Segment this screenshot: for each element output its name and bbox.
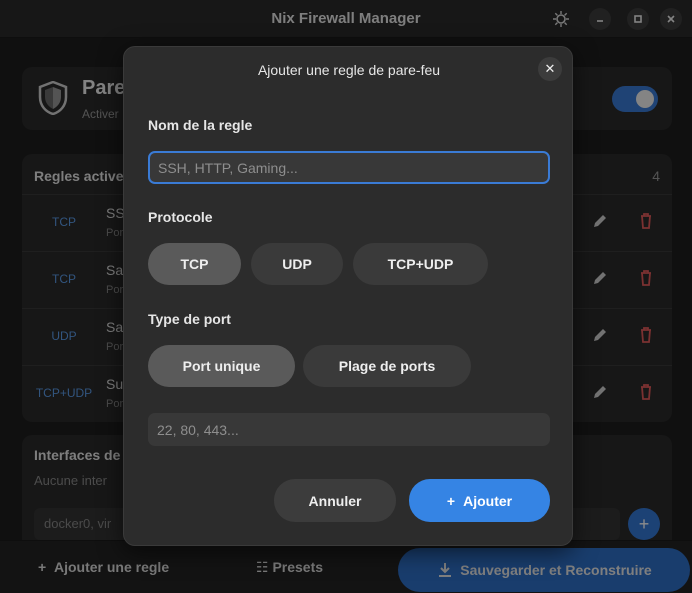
dialog-title: Ajouter une regle de pare-feu — [257, 62, 441, 78]
protocol-udp-button[interactable]: UDP — [251, 243, 343, 285]
add-rule-dialog: Ajouter une regle de pare-feu ✕ Nom de l… — [123, 46, 573, 546]
port-type-label: Type de port — [148, 311, 231, 327]
add-button-label: Ajouter — [463, 492, 513, 509]
cancel-button[interactable]: Annuler — [274, 479, 396, 522]
port-input[interactable] — [148, 413, 550, 446]
port-range-button[interactable]: Plage de ports — [303, 345, 471, 387]
add-button[interactable]: + Ajouter — [409, 479, 550, 522]
protocol-label: Protocole — [148, 209, 213, 225]
rule-name-label: Nom de la regle — [148, 117, 253, 133]
close-icon: ✕ — [544, 61, 556, 76]
protocol-tcp-button[interactable]: TCP — [148, 243, 241, 285]
single-port-button[interactable]: Port unique — [148, 345, 295, 387]
protocol-tcpudp-button[interactable]: TCP+UDP — [353, 243, 488, 285]
rule-name-input[interactable] — [148, 151, 550, 184]
plus-icon: + — [446, 492, 456, 509]
dialog-close-button[interactable]: ✕ — [538, 57, 562, 81]
